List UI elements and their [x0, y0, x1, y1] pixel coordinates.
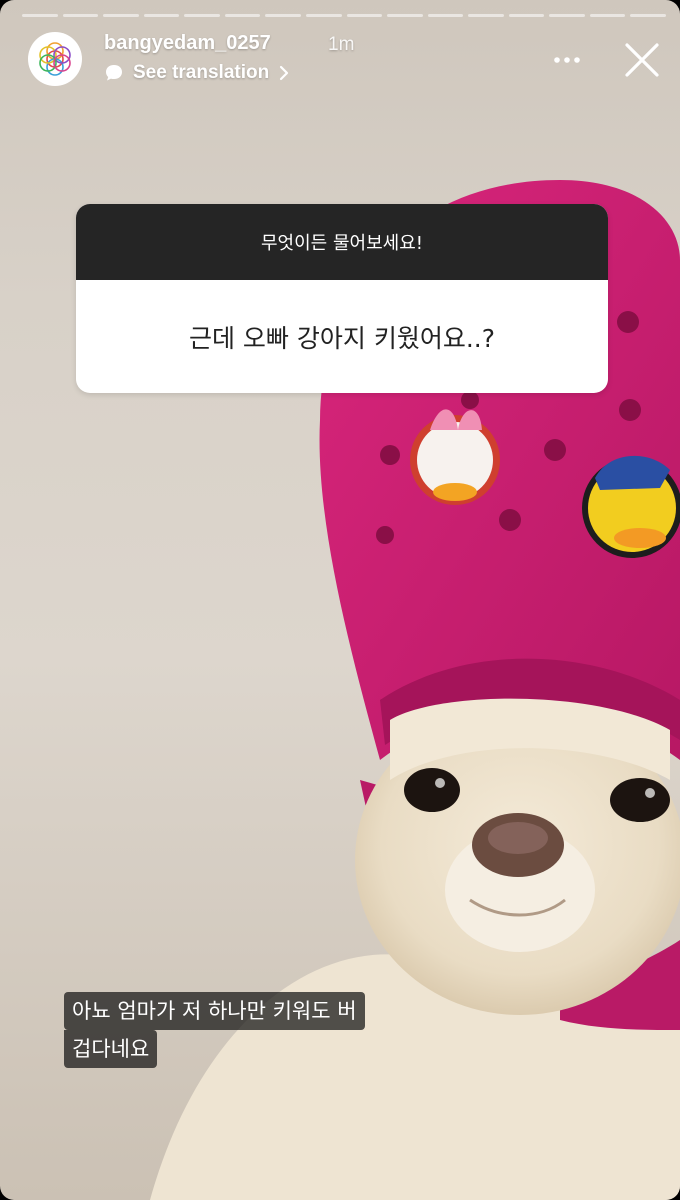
speech-bubble-icon	[106, 65, 122, 81]
progress-segment	[630, 14, 666, 17]
caption-line: 아뇨 엄마가 저 하나만 키워도 버	[64, 992, 365, 1030]
progress-segment	[589, 14, 626, 17]
close-icon	[625, 43, 659, 77]
progress-segment	[549, 14, 585, 17]
caption-line: 겁다네요	[64, 1030, 158, 1068]
more-options-button[interactable]	[552, 50, 582, 70]
close-button[interactable]	[622, 40, 662, 80]
progress-segment	[508, 14, 545, 17]
question-prompt: 무엇이든 물어보세요!	[76, 204, 608, 280]
progress-segment	[62, 14, 99, 17]
question-text: 근데 오빠 강아지 키웠어요..?	[188, 323, 495, 353]
username[interactable]: bangyedam_0257	[104, 32, 271, 55]
progress-segment	[427, 14, 464, 17]
post-timestamp: 1m	[328, 34, 355, 55]
progress-segment	[346, 14, 383, 17]
see-translation-label: See translation	[133, 62, 270, 83]
story-caption: 아뇨 엄마가 저 하나만 키워도 버 겁다네요	[64, 992, 365, 1068]
question-sticker[interactable]: 무엇이든 물어보세요! 근데 오빠 강아지 키웠어요..?	[76, 204, 608, 393]
progress-segment	[184, 14, 220, 17]
story-viewer[interactable]: bangyedam_0257 1m See translation 무엇이든 물…	[0, 0, 680, 1200]
flower-of-life-logo	[39, 42, 71, 76]
progress-segment	[103, 14, 139, 17]
progress-segment	[224, 14, 261, 17]
progress-segment	[143, 14, 180, 17]
see-translation-button[interactable]: See translation	[104, 62, 290, 84]
story-progress-bar	[22, 14, 666, 17]
story-header: bangyedam_0257 1m See translation	[28, 30, 662, 90]
progress-segment	[468, 14, 504, 17]
progress-segment	[22, 14, 58, 17]
progress-segment	[387, 14, 423, 17]
progress-segment	[265, 14, 301, 17]
more-dots-icon	[554, 57, 580, 63]
avatar[interactable]	[28, 32, 82, 86]
chevron-right-icon	[280, 65, 289, 81]
progress-segment	[305, 14, 342, 17]
